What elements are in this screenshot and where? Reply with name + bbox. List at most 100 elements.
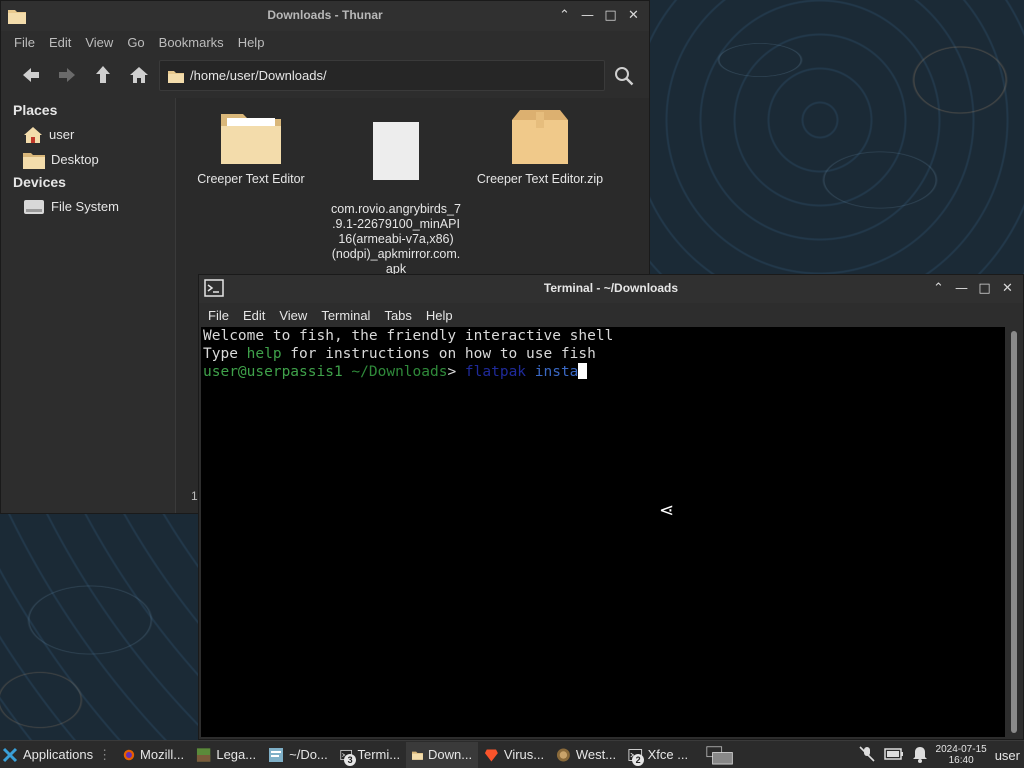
menu-tabs[interactable]: Tabs [377, 308, 418, 323]
window-title: Terminal - ~/Downloads [543, 281, 679, 295]
task-label: Lega... [216, 747, 257, 762]
group-count-badge: 3 [344, 753, 357, 766]
taskbar-task[interactable]: Down... [406, 741, 479, 768]
terminal-titlebar[interactable]: Terminal - ~/Downloads ⌃ — □ ✕ [199, 275, 1023, 303]
clock-time: 16:40 [948, 755, 974, 766]
prompt-path: ~/Downloads [342, 364, 448, 380]
back-button[interactable] [13, 59, 49, 91]
menu-view[interactable]: View [78, 35, 120, 50]
search-icon [615, 67, 634, 86]
game-icon [557, 748, 570, 761]
arrow-left-icon [23, 68, 39, 82]
arrow-up-icon [96, 66, 110, 83]
battery-icon[interactable] [883, 747, 904, 764]
minimize-button[interactable]: — [578, 6, 597, 25]
terminal-menubar: File Edit View Terminal Tabs Help [199, 303, 1023, 327]
scrollbar-thumb[interactable] [1011, 331, 1017, 733]
task-label: Termi... [357, 747, 401, 762]
close-button[interactable]: ✕ [998, 279, 1017, 298]
taskbar-task[interactable]: ~/Do... [262, 742, 334, 768]
location-bar[interactable]: /home/user/Downloads/ [159, 60, 605, 91]
task-label: ~/Do... [289, 747, 328, 762]
task-label: Mozill... [140, 747, 185, 762]
user-menu[interactable]: user [995, 748, 1020, 763]
taskbar-task[interactable]: Lega... [190, 742, 262, 768]
workspace-icon [706, 745, 733, 764]
folder-icon [168, 70, 184, 83]
separator: ⋮ [98, 746, 112, 762]
prompt-symbol: > [447, 364, 465, 380]
file-name: com.rovio.angrybirds_7 .9.1-22679100_min… [331, 202, 461, 276]
terminal-prompt-line: user@userpassis1 ~/Downloads> flatpak in… [203, 363, 588, 380]
applications-label: Applications [23, 747, 94, 762]
file-item[interactable]: Creeper Text Editor.zip [470, 108, 610, 187]
firefox-icon [123, 749, 135, 760]
terminal-window: Terminal - ~/Downloads ⌃ — □ ✕ File Edit… [198, 274, 1024, 740]
thunar-titlebar[interactable]: Downloads - Thunar ⌃ — □ ✕ [1, 1, 649, 31]
up-button[interactable] [85, 59, 121, 91]
sidebar-item-label: File System [51, 199, 119, 214]
places-heading: Places [13, 102, 58, 118]
sidebar-item-user[interactable]: user [1, 122, 175, 147]
taskbar-task[interactable]: West... [550, 742, 622, 768]
task-label: Down... [428, 747, 473, 762]
maximize-button[interactable]: □ [601, 6, 620, 25]
search-button[interactable] [607, 61, 641, 91]
minimize-button[interactable]: — [952, 279, 971, 298]
menu-go[interactable]: Go [120, 35, 151, 50]
menu-help[interactable]: Help [231, 35, 272, 50]
menu-view[interactable]: View [272, 308, 314, 323]
menu-file[interactable]: File [7, 35, 42, 50]
home-button[interactable] [121, 59, 157, 91]
folder-icon [221, 114, 281, 164]
location-path: /home/user/Downloads/ [190, 68, 327, 83]
close-button[interactable]: ✕ [624, 6, 643, 25]
task-label: West... [575, 747, 617, 762]
drive-icon [24, 199, 44, 214]
sidebar-item-desktop[interactable]: Desktop [1, 147, 175, 172]
file-name: Creeper Text Editor.zip [476, 172, 604, 186]
sidebar-item-label: user [49, 127, 75, 142]
editor-icon [269, 747, 284, 762]
terminal-line-help: Type help for instructions on how to use… [203, 346, 596, 362]
side-pane: Places user Desktop Devices File System [1, 98, 176, 513]
system-tray: 2024-07-15 16:40 user [858, 741, 1024, 768]
clock[interactable]: 2024-07-15 16:40 [936, 744, 987, 766]
menu-bookmarks[interactable]: Bookmarks [152, 35, 231, 50]
sidebar-item-label: Desktop [51, 152, 99, 167]
sidebar-item-filesystem[interactable]: File System [1, 194, 175, 219]
window-title: Downloads - Thunar [267, 8, 383, 22]
help-word: help [246, 345, 282, 362]
mic-muted-icon[interactable] [858, 745, 876, 766]
thunar-menubar: File Edit View Go Bookmarks Help [1, 31, 649, 53]
taskbar: Applications ⋮ Mozill... Lega... ~/Do...… [0, 740, 1024, 768]
terminal-screen[interactable]: Welcome to fish, the friendly interactiv… [201, 327, 1005, 737]
task-label: Virus... [503, 747, 545, 762]
typed-argument: insta [526, 364, 579, 380]
maximize-button[interactable]: □ [975, 279, 994, 298]
forward-button[interactable] [49, 59, 85, 91]
menu-help[interactable]: Help [419, 308, 460, 323]
menu-terminal[interactable]: Terminal [314, 308, 377, 323]
shade-button[interactable]: ⌃ [555, 6, 574, 25]
clock-date: 2024-07-15 [935, 744, 987, 755]
menu-edit[interactable]: Edit [42, 35, 78, 50]
file-item[interactable]: Creeper Text Editor [181, 110, 321, 187]
taskbar-task[interactable]: 2 Xfce ... [622, 742, 694, 768]
terminal-scrollbar[interactable] [1007, 327, 1021, 737]
shade-button[interactable]: ⌃ [929, 279, 948, 298]
mouse-ibeam-cursor-icon: ⋖ [659, 500, 675, 521]
workspace-switcher[interactable] [700, 742, 740, 768]
folder-icon [23, 152, 45, 169]
taskbar-task[interactable]: Virus... [478, 742, 550, 768]
menu-edit[interactable]: Edit [236, 308, 272, 323]
taskbar-task[interactable]: Mozill... [117, 742, 190, 768]
home-folder-icon [24, 126, 42, 143]
file-item[interactable]: com.rovio.angrybirds_7 .9.1-22679100_min… [326, 106, 466, 277]
file-name: Creeper Text Editor [197, 172, 305, 186]
taskbar-task[interactable]: 3 Termi... [334, 742, 406, 768]
applications-menu-button[interactable]: Applications ⋮ [0, 742, 117, 768]
notification-bell-icon[interactable] [912, 745, 928, 766]
menu-file[interactable]: File [201, 308, 236, 323]
brave-icon [485, 748, 498, 761]
